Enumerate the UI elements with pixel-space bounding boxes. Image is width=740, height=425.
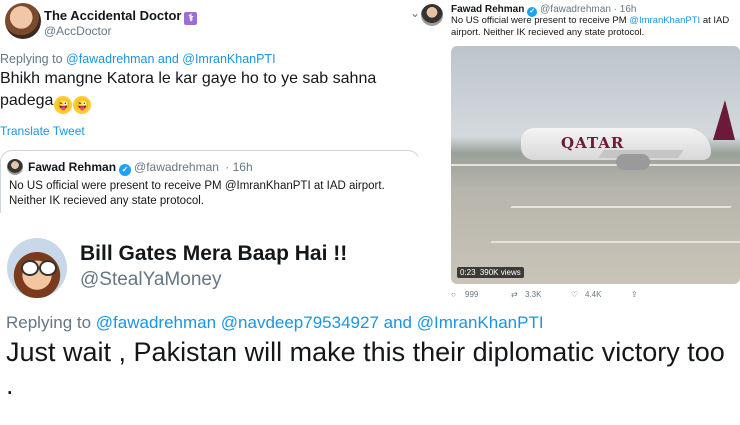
replying-to: Replying to @fawadrehman and @ImranKhanP…: [0, 52, 276, 66]
runway-line: [451, 164, 740, 166]
airplane-engine: [616, 154, 650, 170]
airline-logo-text: QATAR: [561, 134, 625, 152]
quoted-tweet[interactable]: Fawad Rehman ✓ @fawadrehman · 16h No US of…: [0, 150, 420, 213]
tweet-author-handle[interactable]: @AccDoctor: [44, 24, 112, 38]
avatar[interactable]: [5, 3, 41, 39]
replying-to-users[interactable]: @fawadrehman and @ImranKhanPTI: [66, 52, 276, 66]
airplane-tail: [713, 100, 735, 140]
tweet-accidental-doctor: The Accidental Doctor ⚕ @AccDoctor ⌄ Repl…: [0, 0, 434, 222]
share-icon[interactable]: ⇪: [631, 290, 638, 299]
replying-to: Replying to @fawadrehman @navdeep7953492…: [6, 313, 544, 332]
avatar[interactable]: [7, 238, 67, 298]
crazy-face-icon: 😜: [54, 96, 73, 114]
runway-line: [490, 241, 740, 243]
avatar: [7, 159, 23, 175]
tweet-video[interactable]: QATAR 0:23 390K views: [451, 46, 740, 284]
medical-symbol-icon: ⚕: [184, 12, 198, 25]
tweet-author-name[interactable]: The Accidental Doctor ⚕: [44, 8, 198, 25]
tweet-author-header: Bill Gates Mera Baap Hai !! @StealYaMone…: [0, 222, 434, 300]
tweet-fawad-rehman: Fawad Rehman ✓ @fawadrehman · 16h No US o…: [418, 0, 740, 300]
verified-badge-icon: ✓: [119, 164, 132, 176]
crazy-face-icon: 😜: [73, 96, 92, 114]
tweet-text: No US official were present to receive P…: [451, 15, 730, 38]
retweet-icon[interactable]: ⇄: [511, 290, 518, 299]
glasses-lens: [39, 260, 57, 276]
tweet-author-name[interactable]: Bill Gates Mera Baap Hai !!: [80, 242, 347, 266]
tweet-reply-body: Replying to @fawadrehman @navdeep7953492…: [0, 300, 740, 425]
tweet-text: Just wait , Pakistan will make this thei…: [6, 337, 725, 400]
tweet-text: Bhikh mangne Katora le kar gaye ho to ye…: [0, 68, 420, 114]
quoted-tweet-text: No US official were present to receive P…: [9, 180, 385, 207]
video-duration: 0:23 390K views: [457, 267, 524, 278]
reply-icon[interactable]: ○: [451, 290, 456, 299]
translate-tweet-link[interactable]: Translate Tweet: [0, 124, 85, 138]
like-icon[interactable]: ♡: [571, 290, 578, 299]
tweet-actions: ○ 999 ⇄ 3.3K ♡ 4.4K ⇪: [451, 290, 638, 299]
quoted-author: Fawad Rehman ✓ @fawadrehman · 16h: [28, 160, 253, 176]
mention-link[interactable]: @ImranKhanPTI: [629, 15, 700, 26]
replying-to-users[interactable]: @fawadrehman @navdeep79534927 and @Imran…: [96, 313, 544, 332]
avatar[interactable]: [421, 4, 443, 26]
runway-line: [510, 206, 732, 208]
tweet-author-handle[interactable]: @StealYaMoney: [80, 269, 221, 291]
glasses-lens: [21, 260, 39, 276]
